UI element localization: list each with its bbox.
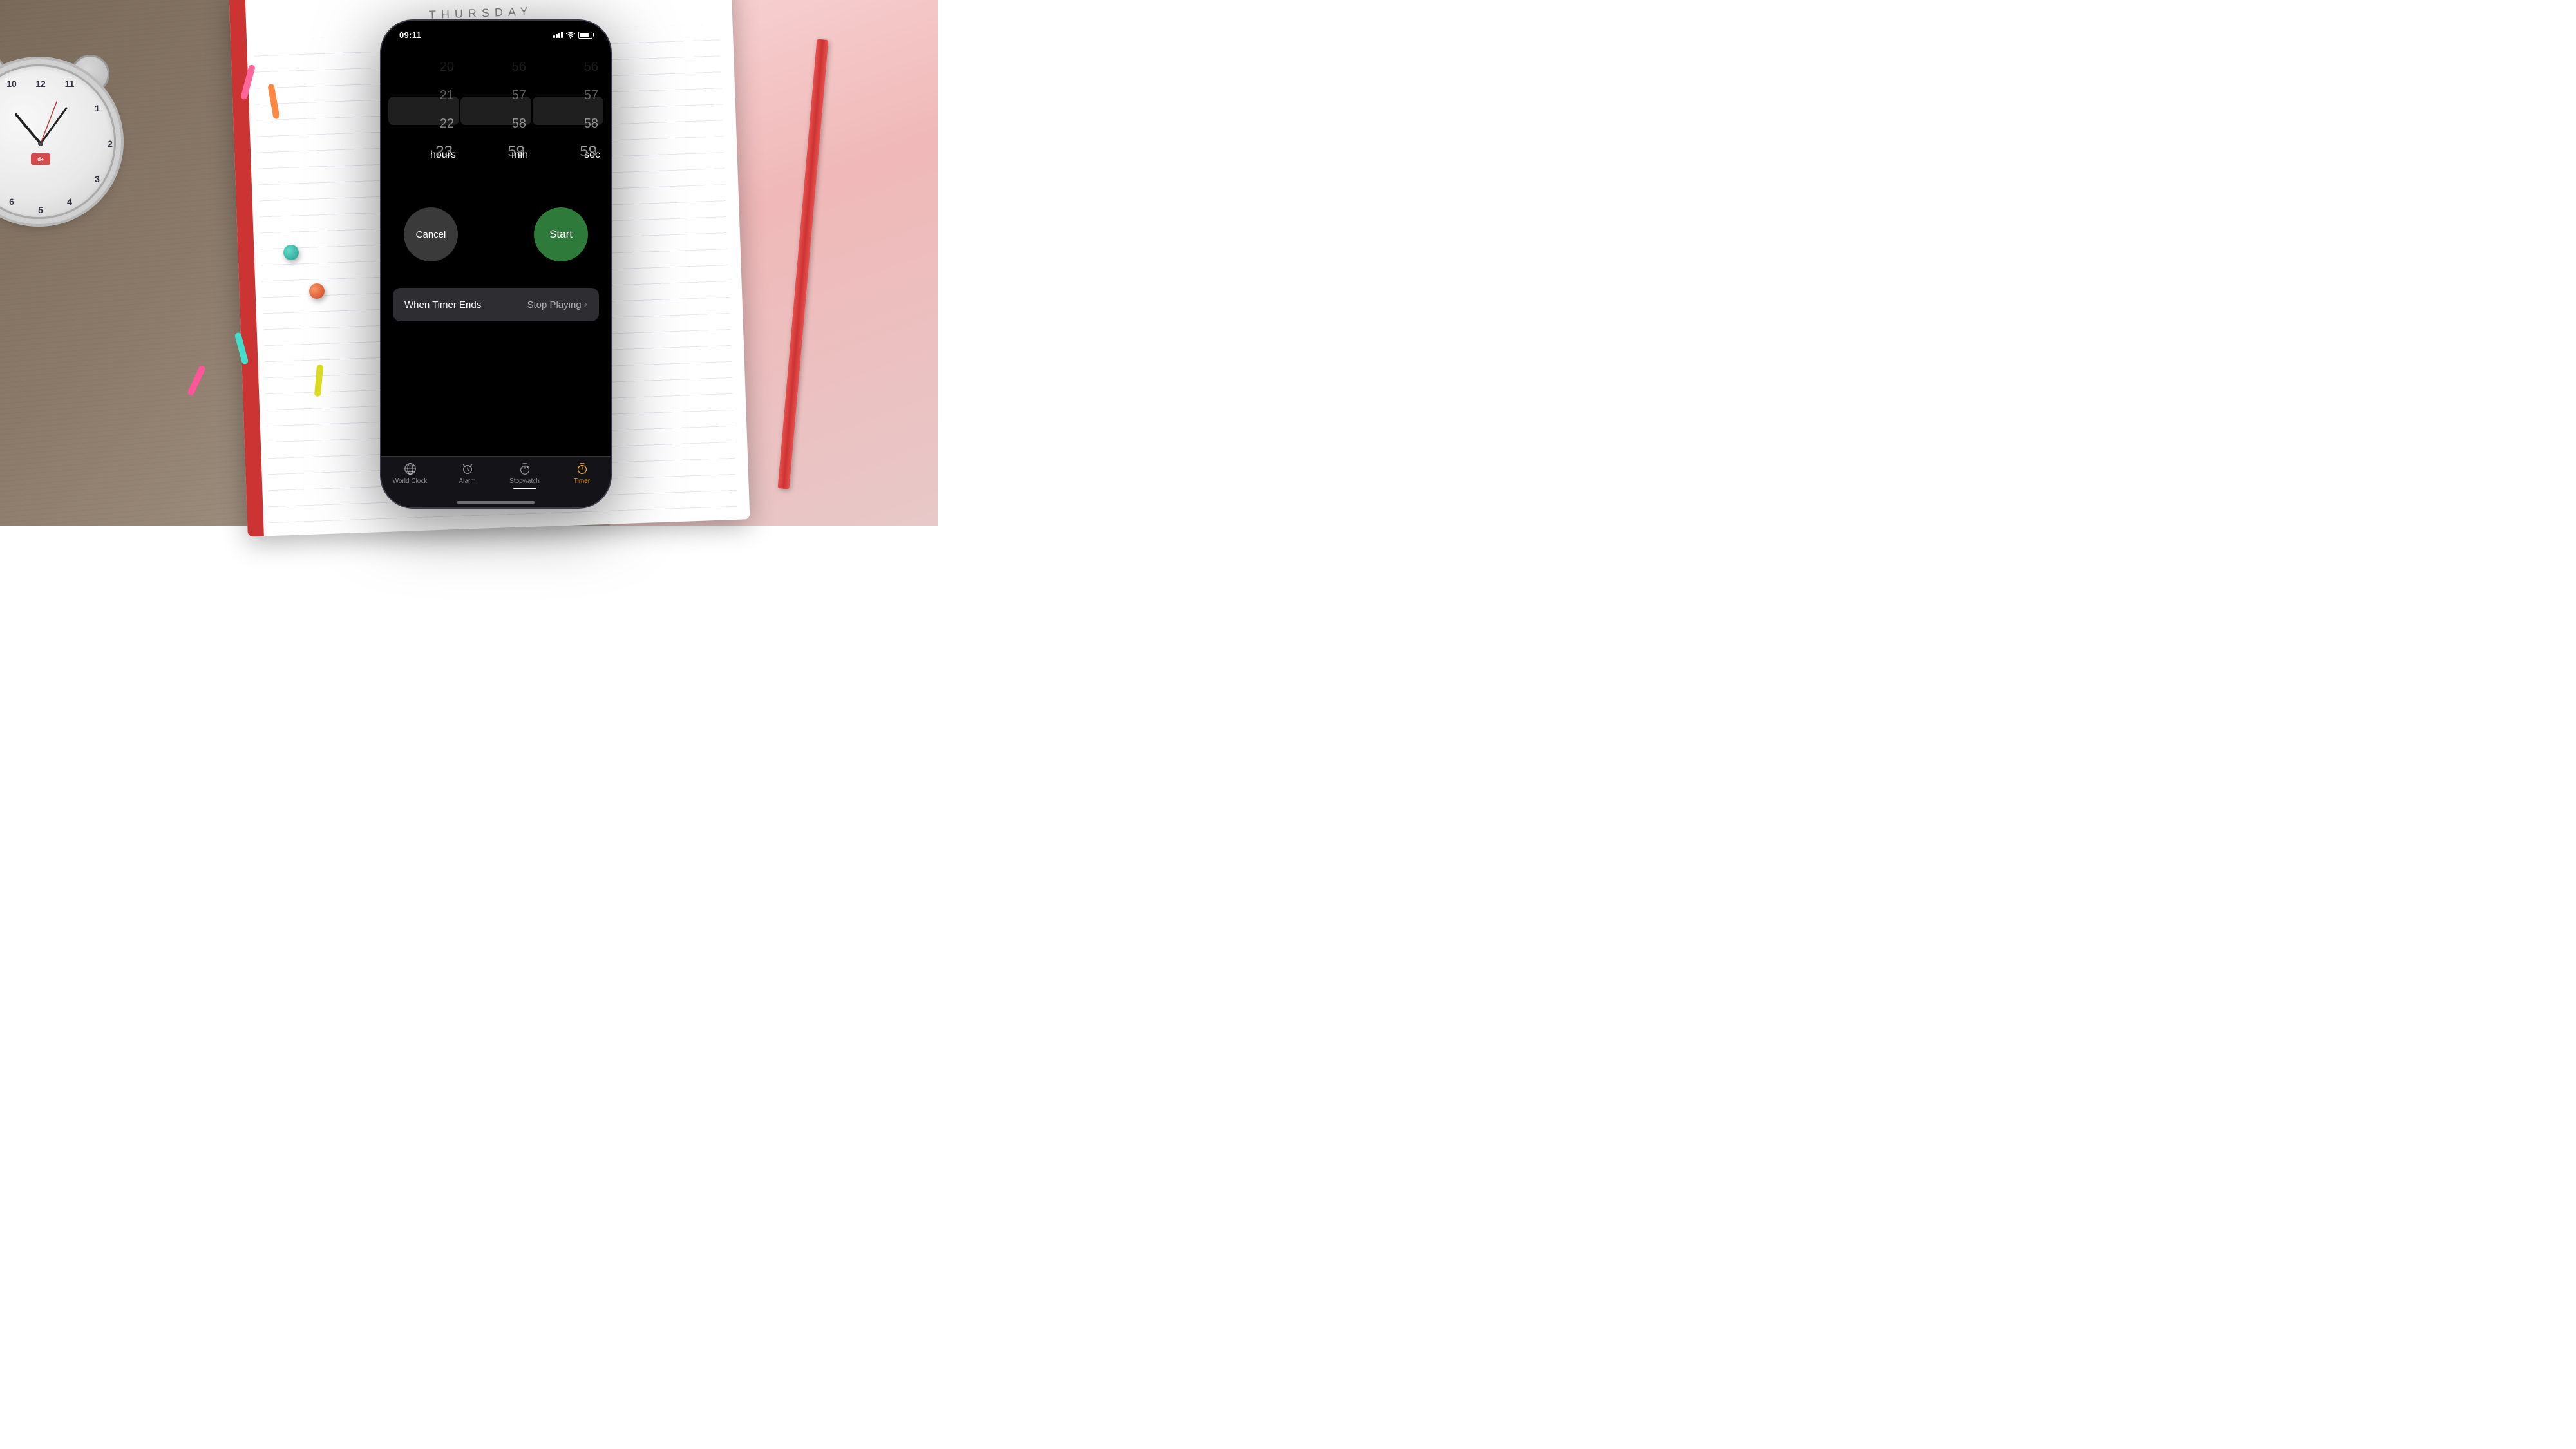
picker-minutes-label: min	[511, 149, 528, 161]
status-time: 09:11	[399, 30, 421, 40]
svg-text:12: 12	[35, 79, 46, 89]
tab-timer[interactable]: Timer	[560, 462, 605, 485]
picker-num: 58	[533, 109, 603, 138]
tab-world-clock[interactable]: World Clock	[388, 462, 433, 485]
time-picker[interactable]: 20 21 22 23 hours 56 57 58 59 min	[381, 53, 611, 169]
phone-screen: 09:11	[381, 21, 611, 507]
svg-text:10: 10	[6, 79, 17, 89]
status-icons	[553, 32, 592, 39]
picker-num: 57	[533, 81, 603, 109]
stopwatch-icon	[518, 462, 532, 476]
analog-clock: 12 1 2 3 4 5 6 7 8 9 10 11 d+	[0, 52, 129, 232]
svg-text:d+: d+	[37, 156, 44, 162]
battery-icon	[578, 32, 592, 39]
svg-text:11: 11	[65, 79, 75, 89]
svg-text:5: 5	[38, 205, 43, 215]
picker-num: 21	[388, 81, 459, 109]
globe-icon	[403, 462, 417, 476]
tab-alarm-label: Alarm	[459, 478, 475, 485]
minutes-picker-column[interactable]: 56 57 58 59 min	[460, 53, 531, 169]
hours-picker-column[interactable]: 20 21 22 23 hours	[388, 53, 459, 169]
pushpin-orange	[309, 283, 325, 299]
picker-num: 56	[533, 53, 603, 81]
notch	[454, 21, 538, 39]
timer-buttons-row: Cancel Start	[381, 207, 611, 261]
picker-num: 58	[460, 109, 531, 138]
home-indicator	[457, 501, 535, 504]
picker-num: 20	[388, 53, 459, 81]
pushpin-teal	[283, 245, 299, 260]
clock-body: 12 1 2 3 4 5 6 7 8 9 10 11 d+	[0, 64, 116, 219]
alarm-icon	[460, 462, 475, 476]
picker-num: 22	[388, 109, 459, 138]
picker-seconds-label: sec	[584, 149, 600, 161]
svg-text:6: 6	[9, 196, 14, 207]
tab-bar: World Clock Alarm	[381, 456, 611, 507]
svg-text:2: 2	[108, 138, 113, 149]
chevron-right-icon: ›	[584, 299, 587, 310]
cancel-button[interactable]: Cancel	[404, 207, 458, 261]
svg-text:4: 4	[67, 196, 72, 207]
phone-body: 09:11	[380, 19, 612, 509]
tab-stopwatch-label: Stopwatch	[509, 478, 540, 485]
wifi-icon	[566, 32, 575, 39]
tab-alarm[interactable]: Alarm	[445, 462, 490, 485]
timer-icon	[575, 462, 589, 476]
tab-world-clock-label: World Clock	[393, 478, 428, 485]
seconds-picker-column[interactable]: 56 57 58 59 sec	[533, 53, 603, 169]
signal-icon	[553, 32, 563, 38]
timer-ends-value: Stop Playing ›	[527, 299, 587, 310]
start-button[interactable]: Start	[534, 207, 588, 261]
battery-fill	[580, 33, 589, 37]
picker-num: 57	[460, 81, 531, 109]
phone: 09:11	[380, 19, 612, 509]
tab-timer-label: Timer	[574, 478, 590, 485]
when-timer-ends-label: When Timer Ends	[404, 299, 481, 310]
picker-num: 56	[460, 53, 531, 81]
tab-stopwatch[interactable]: Stopwatch	[502, 462, 547, 485]
picker-hours-label: hours	[430, 149, 456, 161]
active-tab-indicator	[513, 488, 536, 489]
timer-ends-value-text: Stop Playing	[527, 299, 581, 310]
svg-text:1: 1	[95, 103, 100, 113]
when-timer-ends-row[interactable]: When Timer Ends Stop Playing ›	[393, 288, 599, 321]
svg-text:3: 3	[95, 174, 100, 184]
